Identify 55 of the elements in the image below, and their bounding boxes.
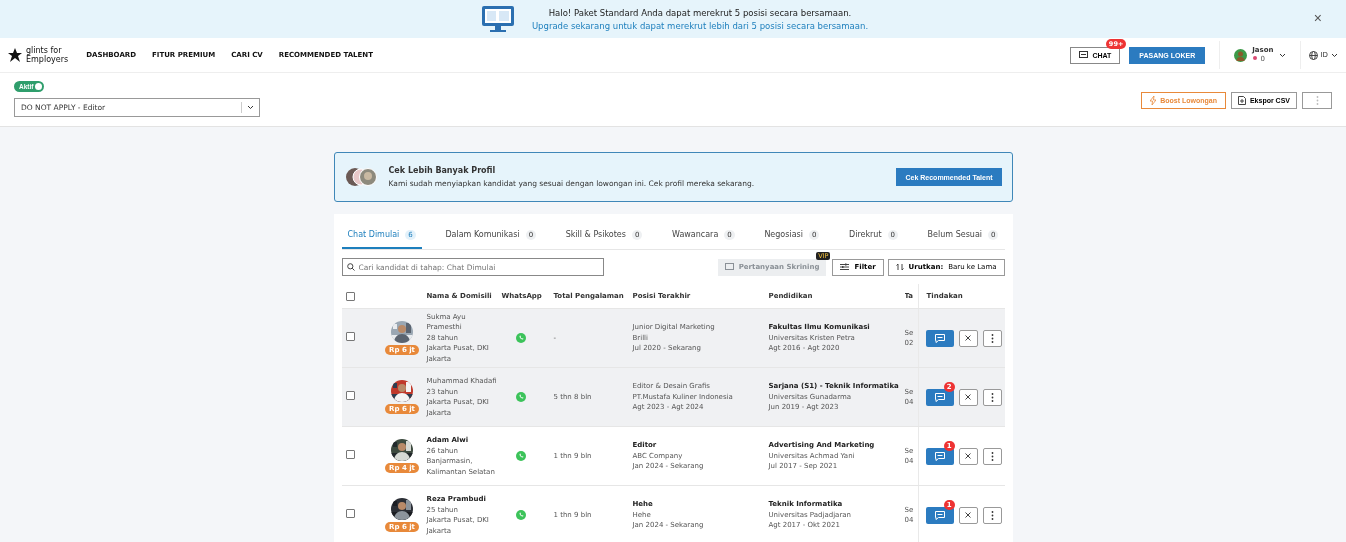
chat-icon: [934, 510, 945, 520]
upgrade-link[interactable]: Upgrade sekarang untuk dapat merekrut lebih dari 5 posisi secara bersamaan.: [531, 20, 869, 31]
chat-icon: [1079, 51, 1089, 59]
whatsapp-icon: [515, 451, 526, 461]
more-button[interactable]: [1302, 92, 1332, 109]
search-icon: [346, 263, 355, 271]
sliders-icon: [840, 263, 850, 271]
more-icon: [990, 510, 994, 520]
lightning-icon: [1150, 96, 1157, 105]
file-icon: [1237, 96, 1246, 105]
more-icon: [990, 333, 994, 343]
checkbox[interactable]: [345, 332, 355, 342]
more-button[interactable]: [982, 388, 1002, 406]
whatsapp-icon: [515, 510, 526, 520]
promo-title: Cek Lebih Banyak Profil: [388, 166, 497, 175]
reject-button[interactable]: [958, 447, 978, 465]
chat-icon: [934, 451, 945, 461]
close-icon: [965, 335, 971, 341]
chat-button[interactable]: [925, 506, 954, 524]
logo-text: glints for: [26, 46, 62, 55]
whatsapp-icon: [515, 333, 526, 343]
checkbox[interactable]: [345, 291, 355, 301]
logo-text: Employers: [26, 55, 69, 64]
sort-icon: [895, 263, 904, 271]
reject-button[interactable]: [958, 506, 978, 524]
reject-button[interactable]: [958, 329, 978, 347]
chat-button[interactable]: [925, 329, 954, 347]
avatars-drawing: [344, 167, 377, 187]
banner-message: Halo! Paket Standard Anda dapat merekrut 5 posisi secara bersamaan.: [548, 7, 852, 18]
reject-button[interactable]: [958, 388, 978, 406]
chevron-down-icon: [247, 105, 254, 110]
avatar-icon: [1234, 48, 1248, 62]
close-button[interactable]: ×: [1313, 10, 1322, 26]
whatsapp-icon: [515, 392, 526, 402]
checkbox[interactable]: [345, 509, 355, 519]
chat-icon: [724, 263, 734, 271]
chat-button[interactable]: [925, 447, 954, 465]
more-icon: [1315, 96, 1319, 105]
globe-icon: [1308, 50, 1318, 60]
close-icon: [965, 453, 971, 459]
checkbox[interactable]: [345, 450, 355, 460]
chat-button[interactable]: [925, 388, 954, 406]
close-icon: [965, 394, 971, 400]
more-button[interactable]: [982, 329, 1002, 347]
checkbox[interactable]: [345, 391, 355, 401]
chat-icon: [934, 333, 945, 343]
chat-icon: [934, 392, 945, 402]
chevron-down-icon: [1278, 52, 1286, 58]
more-button[interactable]: [982, 506, 1002, 524]
table-row[interactable]: [341, 368, 1005, 427]
chevron-down-icon: [1331, 52, 1338, 58]
more-button[interactable]: [982, 447, 1002, 465]
close-icon: [965, 512, 971, 518]
more-icon: [990, 451, 994, 461]
more-icon: [990, 392, 994, 402]
